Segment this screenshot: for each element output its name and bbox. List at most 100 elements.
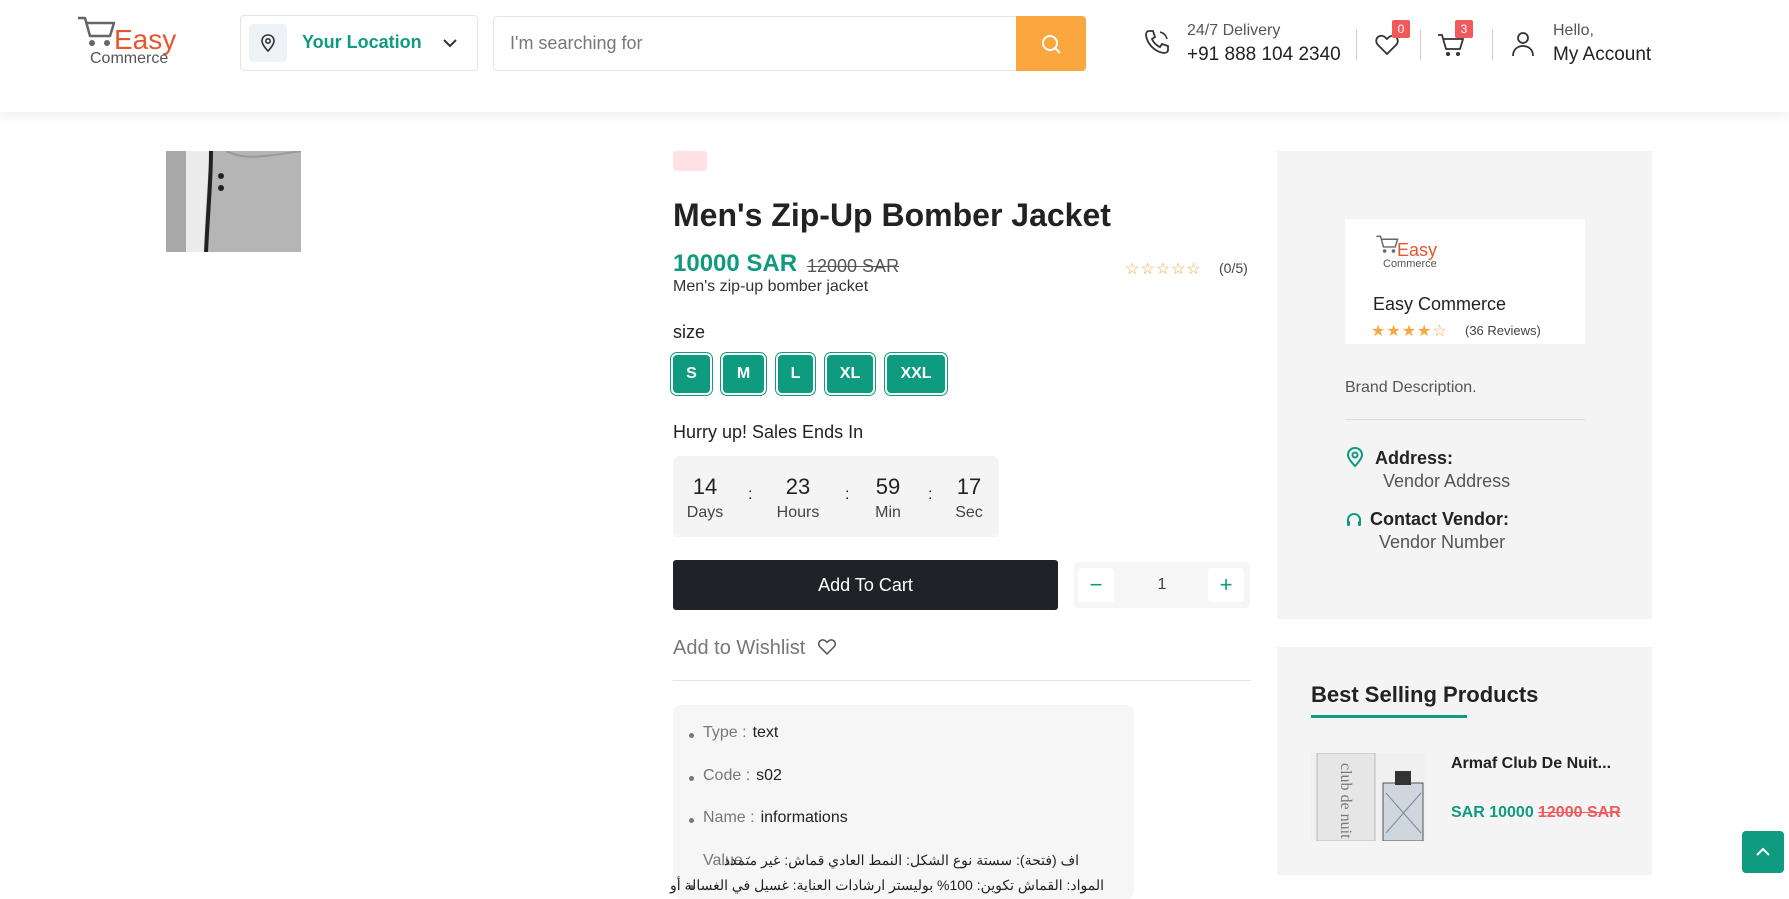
cart-logo-icon	[1376, 235, 1399, 253]
countdown-seconds: 17	[956, 474, 982, 499]
delivery-phone[interactable]: +91 888 104 2340	[1187, 44, 1341, 66]
search-bar	[493, 16, 1086, 71]
header-divider	[1420, 30, 1421, 60]
product-thumbnail[interactable]	[166, 151, 301, 252]
site-header: Easy Commerce Your Location 24/7 Deliver…	[0, 0, 1789, 112]
size-label: size	[673, 322, 706, 342]
vendor-reviews: (36 Reviews)	[1465, 323, 1541, 338]
product-tag-badge	[673, 151, 707, 171]
countdown-minutes-label: Min	[875, 504, 901, 521]
countdown-hours: 23	[785, 474, 811, 499]
divider	[1345, 419, 1585, 420]
size-option-m[interactable]: M	[723, 355, 764, 393]
site-logo[interactable]: Easy Commerce	[74, 14, 184, 74]
vendor-name: Easy Commerce	[1373, 294, 1507, 314]
quantity-stepper: − 1 +	[1074, 562, 1250, 608]
bullet	[689, 733, 694, 738]
attribute-value: informations	[760, 809, 848, 826]
best-selling-product-image[interactable]: club de nuit	[1311, 753, 1426, 841]
chevron-up-icon	[1756, 847, 1770, 856]
attribute-value-line: اف (فتحة): سستة نوع الشكل: النمط العادي …	[723, 852, 1079, 868]
logo-text-bottom: Commerce	[90, 50, 169, 67]
svg-text:club de nuit: club de nuit	[1337, 763, 1354, 839]
decrease-quantity-button[interactable]: −	[1078, 568, 1114, 602]
countdown-separator: :	[845, 486, 850, 503]
delivery-label: 24/7 Delivery	[1187, 22, 1281, 39]
chevron-down-icon	[443, 39, 457, 48]
account-greeting: Hello,	[1553, 22, 1594, 39]
wishlist-label: Add to Wishlist	[673, 637, 806, 659]
attribute-label: Name :	[703, 809, 755, 826]
wishlist-button[interactable]: 0	[1374, 20, 1410, 60]
size-option-xxl[interactable]: XXL	[887, 355, 945, 393]
contact-vendor-value: Vendor Number	[1379, 532, 1506, 552]
address-label: Address:	[1375, 448, 1454, 468]
heart-icon	[817, 639, 836, 656]
jacket-image	[166, 151, 301, 252]
product-short-description: Men's zip-up bomber jacket	[673, 278, 869, 295]
bullet	[689, 776, 694, 781]
attribute-value-line: المواد: القماش تكوين: 100% بوليستر ارشاد…	[670, 877, 1104, 893]
header-divider	[1356, 30, 1357, 60]
product-rating-text: (0/5)	[1219, 260, 1248, 276]
sale-heading: Hurry up! Sales Ends In	[673, 422, 864, 442]
best-selling-product-name[interactable]: Armaf Club De Nuit...	[1451, 755, 1611, 773]
vendor-rating-stars: ★★★★☆	[1371, 323, 1448, 340]
map-pin-icon	[249, 24, 287, 62]
user-icon	[1512, 32, 1534, 57]
countdown-days-label: Days	[686, 504, 724, 521]
countdown-days: 14	[692, 474, 718, 499]
vendor-logo: Easy Commerce	[1375, 234, 1445, 274]
best-selling-title: Best Selling Products	[1311, 682, 1539, 707]
scroll-to-top-button[interactable]	[1742, 831, 1784, 873]
size-option-xl[interactable]: XL	[827, 355, 873, 393]
location-label: Your Location	[302, 32, 422, 52]
product-old-price: 12000 SAR	[807, 256, 900, 276]
account-label[interactable]: My Account	[1553, 44, 1651, 66]
countdown-hours-label: Hours	[776, 504, 820, 521]
add-to-wishlist-link[interactable]: Add to Wishlist	[673, 637, 837, 660]
attribute-type: Type : text	[703, 724, 778, 742]
increase-quantity-button[interactable]: +	[1208, 568, 1244, 602]
attribute-label: Code :	[703, 767, 751, 784]
location-selector[interactable]: Your Location	[240, 15, 478, 71]
add-to-cart-button[interactable]: Add To Cart	[673, 560, 1058, 610]
brand-description: Brand Description.	[1345, 379, 1477, 396]
attribute-name: Name : informations	[703, 809, 848, 827]
contact-vendor-label: Contact Vendor:	[1370, 509, 1510, 529]
map-pin-icon	[1346, 446, 1364, 468]
countdown-separator: :	[928, 486, 933, 503]
search-button[interactable]	[1016, 16, 1086, 71]
search-input[interactable]	[494, 17, 1046, 70]
address-value: Vendor Address	[1383, 471, 1511, 491]
size-option-l[interactable]: L	[778, 355, 813, 393]
cart-count-badge: 3	[1455, 20, 1473, 38]
perfume-image: club de nuit	[1311, 753, 1426, 841]
product-rating-stars: ☆☆☆☆☆	[1125, 261, 1202, 278]
product-title: Men's Zip-Up Bomber Jacket	[673, 197, 1111, 233]
attribute-value: s02	[756, 767, 782, 784]
attribute-value: text	[752, 724, 779, 741]
countdown-minutes: 59	[875, 474, 901, 499]
best-selling-product-old-price: 12000 SAR	[1538, 804, 1621, 821]
headset-icon	[1347, 512, 1361, 526]
vendor-card[interactable]: Easy Commerce Easy Commerce ★★★★☆ (36 Re…	[1345, 219, 1585, 344]
cart-button[interactable]: 3	[1437, 20, 1473, 60]
search-icon	[1042, 34, 1061, 54]
size-option-s[interactable]: S	[673, 355, 710, 393]
product-attributes: Type : text Code : s02 Name : informations …	[670, 705, 1134, 899]
quantity-value[interactable]: 1	[1144, 576, 1180, 594]
countdown-timer: 14 Days : 23 Hours : 59 Min : 17 Sec	[673, 456, 999, 537]
vendor-panel: Easy Commerce Easy Commerce ★★★★☆ (36 Re…	[1277, 151, 1652, 619]
wishlist-count-badge: 0	[1392, 20, 1410, 38]
product-price: 10000 SAR	[673, 250, 798, 277]
attribute-label: Type :	[703, 724, 747, 741]
countdown-separator: :	[748, 486, 753, 503]
title-underline	[1311, 715, 1467, 718]
best-selling-product-price: SAR 10000	[1451, 804, 1534, 821]
bullet	[689, 818, 694, 823]
cart-logo-icon	[78, 16, 116, 46]
phone-icon	[1145, 30, 1169, 54]
vendor-logo-text-bottom: Commerce	[1383, 258, 1437, 270]
attribute-code: Code : s02	[703, 767, 782, 785]
